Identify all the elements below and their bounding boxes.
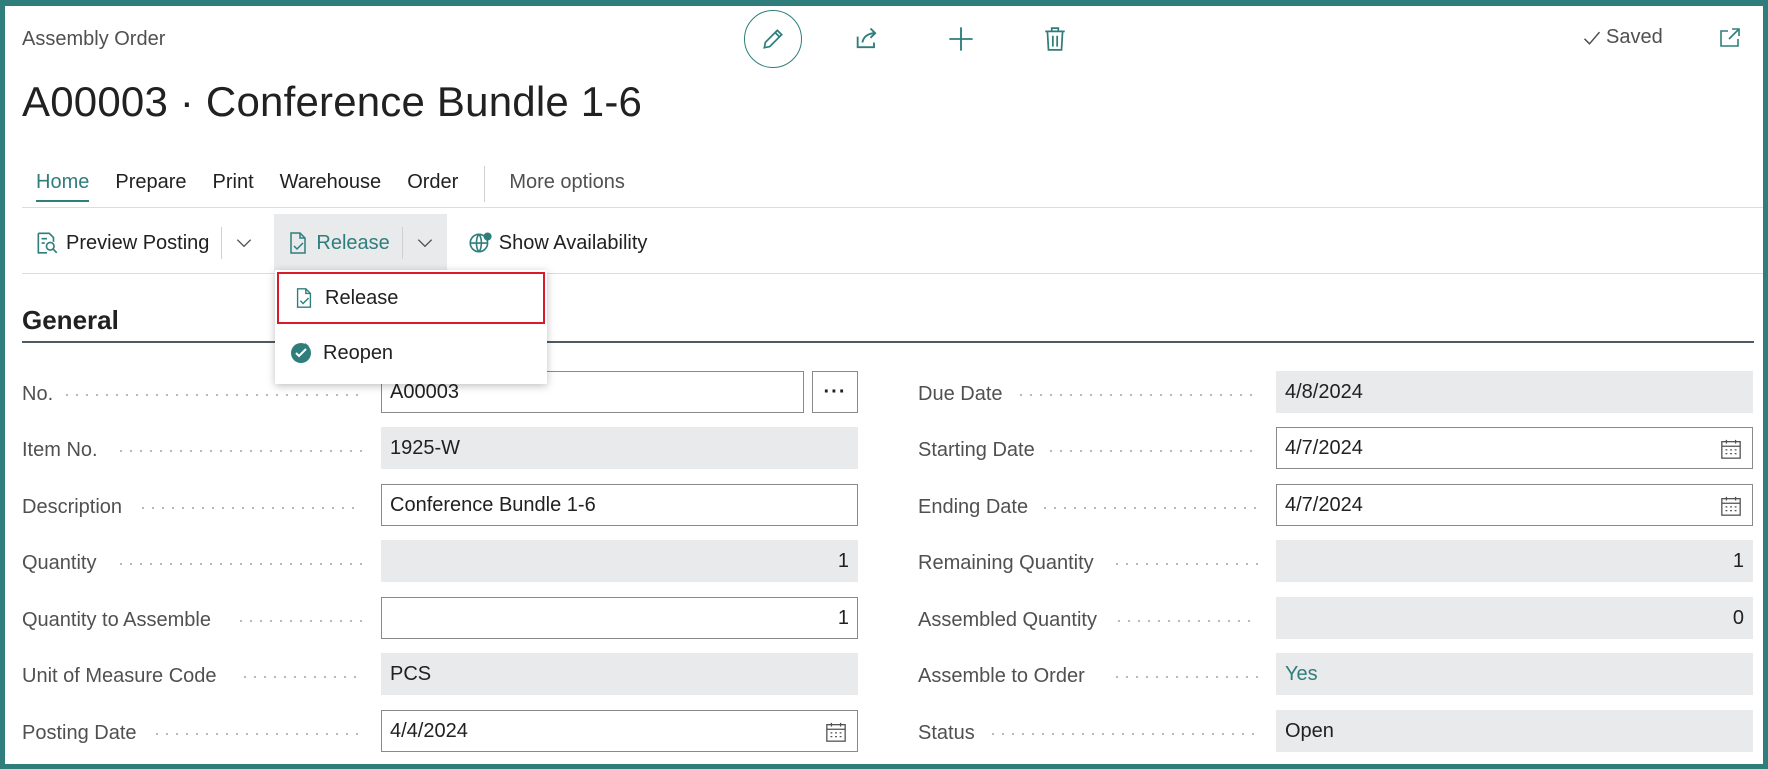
label-leader-dots (62, 394, 362, 396)
release-doc-icon (290, 232, 307, 254)
show-availability-button[interactable]: Show Availability (455, 215, 660, 271)
popout-icon (1720, 28, 1740, 47)
ending-date-input[interactable]: 4/7/2024 (1276, 484, 1753, 526)
delete-button[interactable] (1026, 10, 1084, 68)
field-label-unit-of-measure: Unit of Measure Code (22, 664, 217, 687)
menu-item-release-label: Release (325, 286, 399, 309)
label-leader-dots (1016, 394, 1258, 396)
posting-date-value: 4/4/2024 (390, 719, 468, 742)
calendar-icon[interactable] (825, 721, 847, 743)
label-leader-dots (1046, 450, 1258, 452)
label-leader-dots (116, 563, 362, 565)
release-doc-icon (296, 288, 312, 308)
tab-separator (484, 166, 486, 202)
quantity-to-assemble-input[interactable]: 1 (381, 597, 858, 639)
label-leader-dots (240, 676, 362, 678)
chevron-down-icon (417, 239, 432, 248)
preview-posting-button[interactable]: Preview Posting (22, 215, 221, 271)
field-label-quantity-to-assemble: Quantity to Assemble (22, 608, 211, 631)
field-label-quantity: Quantity (22, 551, 97, 574)
assemble-to-order-link[interactable]: Yes (1276, 653, 1753, 695)
saved-label: Saved (1606, 26, 1663, 48)
tab-print[interactable]: Print (213, 171, 254, 198)
action-bar: Preview Posting Release Show Availabilit… (22, 212, 1763, 274)
quantity-field: 1 (381, 540, 858, 582)
action-tabs: Home Prepare Print Warehouse Order More … (36, 166, 651, 202)
edit-button[interactable] (744, 10, 802, 68)
new-button[interactable] (932, 10, 990, 68)
label-leader-dots (152, 733, 362, 735)
due-date-field: 4/8/2024 (1276, 371, 1753, 413)
field-label-due-date: Due Date (918, 382, 1003, 405)
share-icon (856, 27, 877, 49)
starting-date-input[interactable]: 4/7/2024 (1276, 427, 1753, 469)
release-button[interactable]: Release (274, 215, 401, 271)
field-label-assembled-quantity: Assembled Quantity (918, 608, 1097, 631)
description-input[interactable]: Conference Bundle 1-6 (381, 484, 858, 526)
tab-home[interactable]: Home (36, 171, 90, 202)
edit-icon (763, 29, 783, 49)
tab-warehouse[interactable]: Warehouse (280, 171, 382, 198)
field-label-starting-date: Starting Date (918, 438, 1035, 461)
tabs-divider (22, 207, 1763, 208)
page-type-label: Assembly Order (22, 28, 166, 50)
field-label-assemble-to-order: Assemble to Order (918, 664, 1085, 687)
tab-more-options[interactable]: More options (509, 171, 625, 198)
chevron-down-icon (237, 239, 252, 248)
ending-date-value: 4/7/2024 (1285, 493, 1363, 516)
show-availability-label: Show Availability (498, 231, 648, 254)
top-actions (744, 10, 1084, 68)
item-no-field: 1925-W (381, 427, 858, 469)
popout-button[interactable] (1718, 26, 1742, 55)
posting-date-input[interactable]: 4/4/2024 (381, 710, 858, 752)
checkmark-icon (1583, 31, 1601, 45)
assembled-quantity-field: 0 (1276, 597, 1753, 639)
reopen-icon (291, 343, 311, 363)
label-leader-dots (236, 620, 362, 622)
field-label-status: Status (918, 721, 975, 744)
delete-icon (1045, 27, 1065, 51)
status-field: Open (1276, 710, 1753, 752)
preview-posting-label: Preview Posting (66, 231, 210, 254)
section-title-general: General (22, 305, 119, 335)
release-dropdown-button[interactable] (403, 215, 447, 271)
remaining-quantity-field: 1 (1276, 540, 1753, 582)
label-leader-dots (116, 450, 362, 452)
label-leader-dots (1112, 676, 1258, 678)
ellipsis-icon: ··· (823, 380, 847, 403)
show-availability-icon (469, 232, 492, 253)
label-leader-dots (1112, 563, 1258, 565)
share-button[interactable] (838, 10, 896, 68)
field-label-remaining-quantity: Remaining Quantity (918, 551, 1094, 574)
calendar-icon[interactable] (1720, 495, 1742, 517)
field-label-no: No. (22, 382, 54, 405)
release-dropdown-menu: Release Reopen (275, 270, 547, 384)
menu-item-release[interactable]: Release (277, 272, 545, 324)
preview-posting-dropdown-button[interactable] (222, 215, 266, 271)
field-label-ending-date: Ending Date (918, 495, 1029, 518)
label-leader-dots (1040, 507, 1258, 509)
starting-date-value: 4/7/2024 (1285, 436, 1363, 459)
no-lookup-button[interactable]: ··· (812, 371, 858, 413)
field-label-description: Description (22, 495, 123, 518)
tab-prepare[interactable]: Prepare (115, 171, 186, 198)
menu-item-reopen[interactable]: Reopen (275, 326, 547, 380)
field-label-posting-date: Posting Date (22, 721, 137, 744)
label-leader-dots (988, 733, 1258, 735)
menu-item-reopen-label: Reopen (323, 341, 394, 364)
preview-posting-icon (37, 232, 58, 254)
calendar-icon[interactable] (1720, 438, 1742, 460)
release-label: Release (316, 231, 390, 254)
saved-status: Saved (1582, 26, 1663, 49)
release-button-group: Release (274, 214, 447, 272)
page-title: A00003 · Conference Bundle 1-6 (22, 78, 643, 125)
plus-icon (949, 27, 973, 51)
unit-of-measure-field: PCS (381, 653, 858, 695)
tab-order[interactable]: Order (407, 171, 458, 198)
label-leader-dots (138, 507, 362, 509)
label-leader-dots (1114, 620, 1258, 622)
field-label-item-no: Item No. (22, 438, 98, 461)
